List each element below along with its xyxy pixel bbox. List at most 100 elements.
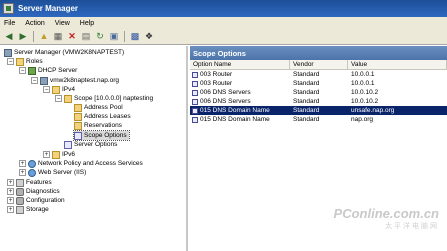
scope-options-icon xyxy=(74,131,82,140)
menu-file[interactable]: File xyxy=(4,20,15,27)
table-row[interactable]: 006 DNS Servers Standard 10.0.10.2 xyxy=(190,88,447,97)
tree-item-address-leases[interactable]: Address Leases xyxy=(74,112,131,121)
ipv6-icon xyxy=(52,150,60,159)
collapse-icon[interactable]: − xyxy=(43,86,50,93)
option-value: 10.0.0.1 xyxy=(351,71,375,78)
server-icon xyxy=(40,76,48,85)
option-icon xyxy=(192,89,198,96)
help-icon[interactable]: ▩ xyxy=(129,31,141,43)
expand-icon[interactable]: + xyxy=(7,188,14,195)
server-options-icon xyxy=(64,140,72,149)
tree-item-server-options[interactable]: Server Options xyxy=(64,140,117,149)
menu-action[interactable]: Action xyxy=(25,20,44,27)
extra-tool-icon[interactable]: ❖ xyxy=(143,31,155,43)
watermark-main: PConline.com.cn xyxy=(333,206,439,221)
details-pane: Scope Options Option Name Vendor Value 0… xyxy=(190,46,447,251)
column-value[interactable]: Value xyxy=(348,60,447,69)
tree-item-dhcp-server[interactable]: − DHCP Server xyxy=(19,66,77,75)
option-icon xyxy=(192,71,198,78)
address-leases-icon xyxy=(74,112,82,121)
tree-item-label: Network Policy and Access Services xyxy=(38,160,143,167)
details-header: Scope Options xyxy=(190,46,447,60)
collapse-icon[interactable]: − xyxy=(55,95,62,102)
option-name: 015 DNS Domain Name xyxy=(200,116,270,123)
network-policy-icon xyxy=(28,159,36,168)
tree-item-ipv6[interactable]: + IPv6 xyxy=(43,150,75,159)
table-row[interactable]: 015 DNS Domain Name Standard nap.org xyxy=(190,115,447,124)
option-name: 003 Router xyxy=(200,71,233,78)
option-value: 10.0.10.2 xyxy=(351,89,379,96)
address-pool-icon xyxy=(74,103,82,112)
tree-item-reservations[interactable]: Reservations xyxy=(74,121,122,130)
tree-item-label: Server Options xyxy=(74,141,118,148)
tree-item-server-manager[interactable]: Server Manager (VMW2K8NAPTEST) xyxy=(4,48,124,57)
configuration-icon xyxy=(16,196,24,205)
column-vendor[interactable]: Vendor xyxy=(290,60,348,69)
show-hide-tree-icon[interactable]: ▦ xyxy=(52,31,64,43)
table-row-selected[interactable]: 015 DNS Domain Name Standard unsafe.nap.… xyxy=(190,106,447,115)
window-title: Server Manager xyxy=(18,4,79,13)
tree-item-label: Diagnostics xyxy=(26,188,60,195)
menu-help[interactable]: Help xyxy=(80,20,94,27)
back-arrow-icon[interactable]: ◀ xyxy=(3,31,15,43)
expand-icon[interactable]: + xyxy=(7,179,14,186)
tree-item-scope-options[interactable]: Scope Options xyxy=(73,130,130,141)
collapse-icon[interactable]: − xyxy=(31,77,38,84)
table-row[interactable]: 003 Router Standard 10.0.0.1 xyxy=(190,79,447,88)
column-option-name[interactable]: Option Name xyxy=(190,60,290,69)
watermark-sub: 太平洋电脑网 xyxy=(385,223,439,230)
table-row[interactable]: 006 DNS Servers Standard 10.0.10.2 xyxy=(190,97,447,106)
tree-item-diagnostics[interactable]: + Diagnostics xyxy=(7,187,60,196)
option-value: unsafe.nap.org xyxy=(351,107,395,114)
expand-icon[interactable]: + xyxy=(43,151,50,158)
properties-icon[interactable]: ▤ xyxy=(80,31,92,43)
tree-item-label: Storage xyxy=(26,206,49,213)
up-folder-icon[interactable]: ▲ xyxy=(38,31,50,43)
expand-icon[interactable]: + xyxy=(7,197,14,204)
option-name: 015 DNS Domain Name xyxy=(200,107,270,114)
tree-item-ipv4[interactable]: − IPv4 xyxy=(43,85,75,94)
server-manager-icon xyxy=(3,3,14,14)
refresh-icon[interactable]: ↻ xyxy=(94,31,106,43)
option-value: nap.org xyxy=(351,116,374,123)
option-name: 006 DNS Servers xyxy=(200,98,251,105)
delete-icon[interactable]: ✕ xyxy=(66,31,78,43)
tree-item-roles[interactable]: − Roles xyxy=(7,57,43,66)
collapse-icon[interactable]: − xyxy=(7,58,14,65)
server-icon xyxy=(4,48,12,57)
table-row[interactable]: 003 Router Standard 10.0.0.1 xyxy=(190,70,447,79)
tree-item-scope[interactable]: − Scope [10.0.0.0] naptesting xyxy=(55,94,153,103)
option-vendor: Standard xyxy=(293,107,320,114)
collapse-icon[interactable]: − xyxy=(19,67,26,74)
forward-arrow-icon[interactable]: ▶ xyxy=(17,31,29,43)
toolbar-separator xyxy=(124,31,125,42)
tree-item-label: Roles xyxy=(26,58,43,65)
ipv4-icon xyxy=(52,85,60,94)
tree-item-dhcp-host[interactable]: − vmw2k8naptest.nap.org xyxy=(31,76,119,85)
details-title: Scope Options xyxy=(193,48,246,58)
tree-item-label: Address Leases xyxy=(84,113,131,120)
expand-icon[interactable]: + xyxy=(19,169,26,176)
tree-item-configuration[interactable]: + Configuration xyxy=(7,196,65,205)
tree-item-features[interactable]: + Features xyxy=(7,178,52,187)
expand-icon[interactable]: + xyxy=(19,160,26,167)
tree-item-label: vmw2k8naptest.nap.org xyxy=(50,77,120,84)
menu-view[interactable]: View xyxy=(55,20,70,27)
tree-item-storage[interactable]: + Storage xyxy=(7,205,49,214)
title-bar: Server Manager xyxy=(0,0,447,17)
option-icon xyxy=(192,98,198,105)
expand-icon[interactable]: + xyxy=(7,206,14,213)
option-name: 003 Router xyxy=(200,80,233,87)
export-list-icon[interactable]: ▣ xyxy=(108,31,120,43)
dhcp-icon xyxy=(28,66,36,75)
option-vendor: Standard xyxy=(293,80,320,87)
toolbar: ◀ ▶ ▲ ▦ ✕ ▤ ↻ ▣ ▩ ❖ xyxy=(0,29,447,45)
storage-icon xyxy=(16,205,24,214)
option-icon xyxy=(192,80,198,87)
roles-icon xyxy=(16,57,24,66)
tree-item-web-server[interactable]: + Web Server (IIS) xyxy=(19,168,86,177)
tree-item-address-pool[interactable]: Address Pool xyxy=(74,103,123,112)
tree-item-label: IPv6 xyxy=(62,151,76,158)
option-value: 10.0.10.2 xyxy=(351,98,379,105)
tree-item-network-policy[interactable]: + Network Policy and Access Services xyxy=(19,159,143,168)
